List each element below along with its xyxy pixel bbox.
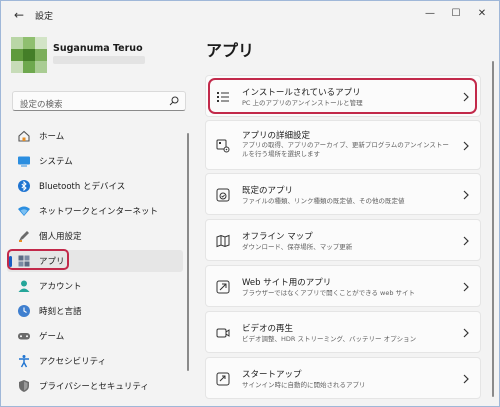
avatar[interactable] bbox=[11, 37, 47, 73]
sidebar-item-label: ホーム bbox=[39, 132, 65, 142]
card-apps-for-websites[interactable]: Web サイト用のアプリ ブラウザーではなくアプリで開くことができる web サ… bbox=[205, 265, 481, 307]
card-title: Web サイト用のアプリ bbox=[242, 278, 332, 288]
search-icon[interactable] bbox=[169, 96, 179, 106]
time-language-icon bbox=[18, 305, 30, 317]
card-description: ファイルの種類、リンク種類の既定値、その他の既定値 bbox=[242, 197, 405, 205]
user-email-blurred bbox=[53, 56, 145, 64]
offline-maps-icon bbox=[216, 234, 230, 248]
chevron-right-icon bbox=[463, 282, 469, 292]
card-description: アプリの取得、アプリのアーカイブ、更新プログラムのアンインストールを行う場所を選… bbox=[242, 141, 449, 158]
highlight-box-installed-apps bbox=[208, 78, 477, 114]
system-icon bbox=[18, 156, 30, 167]
account-icon bbox=[18, 280, 30, 292]
card-default-apps[interactable]: 既定のアプリ ファイルの種類、リンク種類の既定値、その他の既定値 bbox=[205, 173, 481, 215]
gaming-icon bbox=[18, 333, 30, 340]
sidebar-item-label: アクセシビリティ bbox=[39, 357, 107, 367]
sidebar-item-label: 個人用設定 bbox=[39, 232, 82, 242]
card-advanced-app-settings[interactable]: アプリの詳細設定 アプリの取得、アプリのアーカイブ、更新プログラムのアンインスト… bbox=[205, 120, 481, 170]
chevron-right-icon bbox=[463, 141, 469, 151]
card-description: ダウンロード、保存場所、マップ更新 bbox=[242, 243, 353, 251]
personalization-icon bbox=[19, 231, 29, 242]
accessibility-icon bbox=[19, 355, 29, 368]
card-description: サインイン時に自動的に開始されるアプリ bbox=[242, 381, 366, 389]
sidebar-item-network[interactable]: ネットワークとインターネット bbox=[7, 200, 183, 222]
privacy-icon bbox=[19, 380, 29, 392]
sidebar-item-accessibility[interactable]: アクセシビリティ bbox=[7, 350, 183, 372]
card-title: アプリの詳細設定 bbox=[242, 131, 311, 141]
maximize-icon[interactable]: ☐ bbox=[445, 5, 467, 23]
settings-window: ← 設定 — ☐ ✕ Suganuma Teruo ホーム bbox=[0, 0, 500, 407]
sidebar-item-bluetooth[interactable]: Bluetooth とデバイス bbox=[7, 175, 183, 197]
close-icon[interactable]: ✕ bbox=[471, 5, 493, 23]
sidebar-item-label: アカウント bbox=[39, 282, 82, 292]
sidebar-item-gaming[interactable]: ゲーム bbox=[7, 325, 183, 347]
home-icon bbox=[18, 130, 30, 142]
sidebar-scrollbar[interactable] bbox=[187, 133, 189, 371]
page-title: アプリ bbox=[206, 41, 255, 60]
chevron-right-icon bbox=[463, 190, 469, 200]
card-startup[interactable]: スタートアップ サインイン時に自動的に開始されるアプリ bbox=[205, 357, 481, 399]
sidebar-item-system[interactable]: システム bbox=[7, 150, 183, 172]
sidebar-item-label: プライバシーとセキュリティ bbox=[39, 382, 149, 392]
sidebar-item-label: Bluetooth とデバイス bbox=[39, 182, 126, 192]
sidebar-item-label: 時刻と言語 bbox=[39, 307, 82, 317]
search-input[interactable] bbox=[13, 96, 163, 114]
window-title: 設定 bbox=[35, 12, 54, 22]
sidebar-item-privacy[interactable]: プライバシーとセキュリティ bbox=[7, 375, 183, 397]
sidebar-item-label: ゲーム bbox=[39, 332, 65, 342]
card-title: スタートアップ bbox=[242, 370, 302, 380]
card-offline-maps[interactable]: オフライン マップ ダウンロード、保存場所、マップ更新 bbox=[205, 219, 481, 261]
chevron-right-icon bbox=[463, 328, 469, 338]
highlight-box-apps bbox=[7, 249, 69, 270]
card-description: ブラウザーではなくアプリで開くことができる web サイト bbox=[242, 289, 416, 297]
main-scrollbar[interactable] bbox=[492, 61, 494, 397]
advanced-settings-icon bbox=[216, 139, 230, 153]
default-apps-icon bbox=[216, 188, 230, 202]
card-title: ビデオの再生 bbox=[242, 324, 294, 334]
startup-icon bbox=[216, 372, 230, 386]
sidebar-item-label: システム bbox=[39, 157, 73, 167]
sidebar-item-label: ネットワークとインターネット bbox=[39, 207, 159, 217]
minimize-icon[interactable]: — bbox=[419, 5, 441, 23]
video-playback-icon bbox=[216, 328, 230, 338]
network-icon bbox=[18, 206, 30, 216]
chevron-right-icon bbox=[463, 236, 469, 246]
web-apps-icon bbox=[216, 280, 230, 294]
sidebar-item-accounts[interactable]: アカウント bbox=[7, 275, 183, 297]
user-name: Suganuma Teruo bbox=[53, 43, 143, 54]
title-bar: ← 設定 — ☐ ✕ bbox=[1, 1, 499, 31]
back-arrow-icon[interactable]: ← bbox=[11, 7, 27, 23]
card-title: 既定のアプリ bbox=[242, 186, 294, 196]
card-title: オフライン マップ bbox=[242, 232, 313, 242]
sidebar-item-personalization[interactable]: 個人用設定 bbox=[7, 225, 183, 247]
sidebar-item-time-language[interactable]: 時刻と言語 bbox=[7, 300, 183, 322]
sidebar-item-home[interactable]: ホーム bbox=[7, 125, 183, 147]
bluetooth-icon bbox=[18, 180, 30, 192]
settings-search[interactable] bbox=[12, 91, 186, 114]
chevron-right-icon bbox=[463, 374, 469, 384]
card-description: ビデオ調整、HDR ストリーミング、バッテリー オプション bbox=[242, 335, 417, 343]
card-video-playback[interactable]: ビデオの再生 ビデオ調整、HDR ストリーミング、バッテリー オプション bbox=[205, 311, 481, 353]
